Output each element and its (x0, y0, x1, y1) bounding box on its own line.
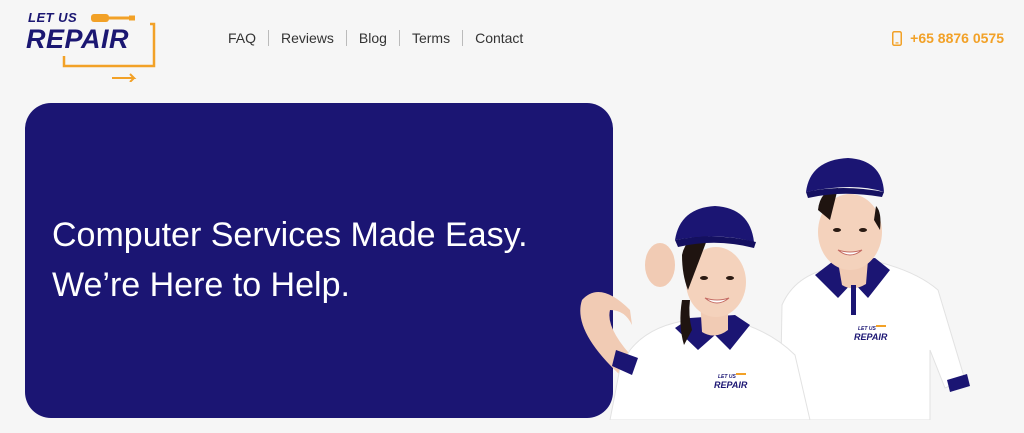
brand-logo[interactable]: LET US REPAIR (26, 10, 158, 82)
nav-contact[interactable]: Contact (463, 29, 535, 47)
shirt-logo-line2: REPAIR (854, 332, 888, 342)
site-header: LET US REPAIR FAQ Reviews Blog Terms Con… (0, 0, 1024, 90)
logo-text-line1: LET US (28, 10, 78, 25)
hero-headline-line1: Computer Services Made Easy. (52, 216, 528, 254)
technicians-image: LET US REPAIR LET US REPAIR (580, 158, 970, 420)
male-technician-figure: LET US REPAIR (779, 158, 970, 420)
main-nav: FAQ Reviews Blog Terms Contact (216, 29, 535, 47)
nav-terms[interactable]: Terms (400, 29, 462, 47)
hero-headline-line2: We’re Here to Help. (52, 266, 350, 304)
phone-number: +65 8876 0575 (910, 30, 1004, 46)
phone-link[interactable]: +65 8876 0575 (892, 30, 1004, 46)
hero-banner: Computer Services Made Easy. We’re Here … (25, 103, 613, 418)
nav-blog[interactable]: Blog (347, 29, 399, 47)
logo-text-line2: REPAIR (26, 24, 130, 54)
nav-reviews[interactable]: Reviews (269, 29, 346, 47)
phone-icon (892, 30, 903, 46)
nav-faq[interactable]: FAQ (216, 29, 268, 47)
shirt-logo-line2: REPAIR (714, 380, 748, 390)
female-technician-figure: LET US REPAIR (580, 206, 811, 420)
hero-headline: Computer Services Made Easy. We’re Here … (52, 210, 528, 310)
